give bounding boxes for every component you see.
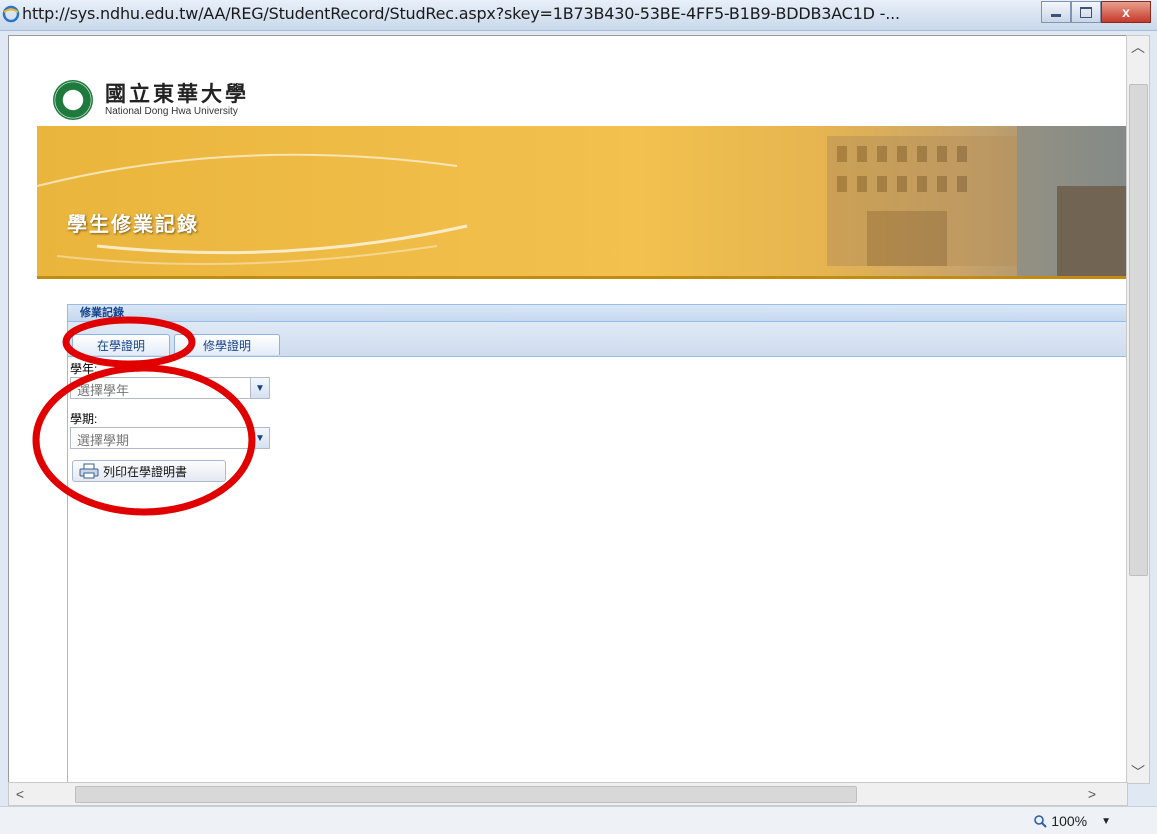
print-button-label: 列印在學證明書	[103, 464, 188, 479]
record-panel: 修業記錄 在學證明 修學證明 學年: 選擇學年 ▼ 學期: 選擇學期 ▼ 列印在…	[67, 304, 1126, 783]
university-name-en: National Dong Hwa University	[105, 106, 238, 117]
zoom-dropdown-icon[interactable]: ▼	[1101, 816, 1111, 827]
zoom-icon	[1034, 815, 1047, 828]
tab-strip: 在學證明 修學證明	[68, 322, 1126, 357]
minimize-icon	[1051, 13, 1061, 17]
banner-decoration	[37, 126, 1126, 276]
panel-title: 修業記錄	[68, 304, 1126, 322]
print-certificate-button[interactable]: 列印在學證明書	[72, 460, 226, 482]
minimize-button[interactable]	[1041, 1, 1071, 23]
scroll-up-icon[interactable]: ︿	[1127, 36, 1149, 58]
page-viewport: 國立東華大學 National Dong Hwa University 學生修業…	[8, 35, 1127, 784]
term-label: 學期:	[70, 412, 98, 426]
year-label: 學年:	[70, 362, 98, 376]
tab-enrollment-certificate[interactable]: 在學證明	[72, 334, 170, 355]
chevron-down-icon[interactable]: ▼	[250, 428, 269, 448]
address-url: http://sys.ndhu.edu.tw/AA/REG/StudentRec…	[22, 4, 900, 23]
maximize-button[interactable]	[1071, 1, 1101, 23]
university-logo-icon	[53, 80, 93, 120]
banner-title: 學生修業記錄	[67, 212, 199, 236]
year-select[interactable]: 選擇學年 ▼	[70, 377, 270, 399]
window-controls: x	[1041, 1, 1151, 23]
title-bar: http://sys.ndhu.edu.tw/AA/REG/StudentRec…	[0, 0, 1157, 31]
maximize-icon	[1080, 6, 1092, 18]
close-icon: x	[1122, 4, 1130, 20]
scroll-right-icon[interactable]: >	[1081, 783, 1103, 805]
chevron-down-icon[interactable]: ▼	[250, 378, 269, 398]
horizontal-scrollbar[interactable]: < >	[8, 782, 1128, 806]
status-bar: 100% ▼	[0, 806, 1157, 834]
scroll-down-icon[interactable]: ﹀	[1127, 761, 1149, 783]
vertical-scroll-thumb[interactable]	[1129, 84, 1148, 576]
tab-study-certificate[interactable]: 修學證明	[174, 334, 280, 355]
scroll-left-icon[interactable]: <	[9, 783, 31, 805]
campus-building-image	[827, 136, 1017, 266]
browser-window: http://sys.ndhu.edu.tw/AA/REG/StudentRec…	[0, 0, 1157, 834]
page-banner: 學生修業記錄	[37, 126, 1126, 279]
zoom-control[interactable]: 100% ▼	[1033, 813, 1111, 829]
site-header: 國立東華大學 National Dong Hwa University	[37, 64, 1126, 126]
ie-browser-icon	[2, 5, 20, 23]
year-select-placeholder: 選擇學年	[77, 383, 130, 398]
printer-icon	[79, 463, 99, 479]
university-name-zh: 國立東華大學	[105, 81, 249, 106]
horizontal-scroll-thumb[interactable]	[75, 786, 857, 803]
term-select[interactable]: 選擇學期 ▼	[70, 427, 270, 449]
close-button[interactable]: x	[1101, 1, 1151, 23]
page-content: 國立東華大學 National Dong Hwa University 學生修業…	[9, 36, 1126, 783]
term-select-placeholder: 選擇學期	[77, 433, 130, 448]
zoom-level: 100%	[1051, 813, 1088, 829]
vertical-scrollbar[interactable]: ︿ ﹀	[1126, 35, 1150, 784]
